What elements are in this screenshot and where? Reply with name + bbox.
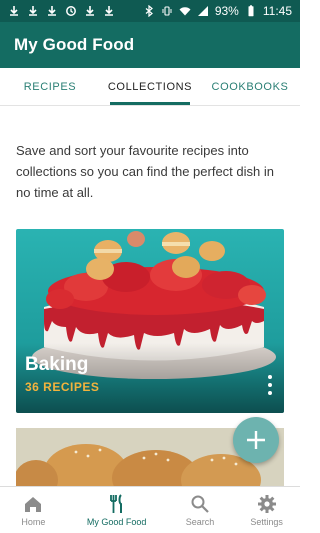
bluetooth-icon bbox=[143, 5, 155, 17]
status-bar: 93% 11:45 bbox=[0, 0, 300, 22]
collection-title: Baking bbox=[25, 354, 89, 375]
download-icon bbox=[27, 5, 39, 17]
sync-icon bbox=[65, 5, 77, 17]
nav-label: My Good Food bbox=[86, 516, 147, 527]
clock: 11:45 bbox=[262, 4, 292, 18]
collection-card-baking[interactable]: Baking 36 RECIPES bbox=[16, 229, 284, 413]
signal-icon bbox=[197, 5, 209, 17]
battery-percent: 93% bbox=[214, 4, 239, 18]
battery-icon bbox=[245, 5, 257, 17]
nav-label: Home bbox=[21, 516, 46, 527]
gear-icon bbox=[257, 494, 276, 513]
app-bar: My Good Food bbox=[0, 22, 300, 68]
nav-item-home[interactable]: Home bbox=[0, 487, 67, 533]
system-icons: 93% 11:45 bbox=[143, 4, 292, 18]
tab-recipes[interactable]: RECIPES bbox=[0, 68, 100, 105]
search-icon bbox=[191, 495, 209, 513]
vibrate-icon bbox=[161, 5, 173, 17]
download-icon bbox=[8, 5, 20, 17]
nav-item-search[interactable]: Search bbox=[167, 487, 234, 533]
download-icon bbox=[46, 5, 58, 17]
add-collection-button[interactable] bbox=[233, 417, 279, 463]
nav-item-my-good-food[interactable]: My Good Food bbox=[67, 487, 167, 533]
home-icon bbox=[25, 496, 42, 512]
cutlery-icon bbox=[109, 493, 122, 513]
download-icon bbox=[84, 5, 96, 17]
tab-bar: RECIPES COLLECTIONS COOKBOOKS bbox=[0, 68, 300, 106]
intro-text: Save and sort your favourite recipes int… bbox=[16, 143, 274, 200]
collection-recipe-count: 36 RECIPES bbox=[25, 380, 100, 394]
nav-label: Settings bbox=[250, 516, 283, 527]
overflow-menu-icon[interactable] bbox=[264, 375, 276, 395]
download-icon bbox=[103, 5, 115, 17]
notification-icons bbox=[8, 5, 115, 17]
app-title: My Good Food bbox=[14, 35, 135, 54]
nav-item-settings[interactable]: Settings bbox=[233, 487, 300, 533]
wifi-icon bbox=[179, 5, 191, 17]
bottom-nav: Home My Good Food Search Settings bbox=[0, 486, 300, 533]
tab-collections[interactable]: COLLECTIONS bbox=[100, 68, 200, 105]
plus-icon bbox=[247, 431, 265, 449]
nav-label: Search bbox=[185, 516, 215, 527]
tab-cookbooks[interactable]: COOKBOOKS bbox=[200, 68, 300, 105]
